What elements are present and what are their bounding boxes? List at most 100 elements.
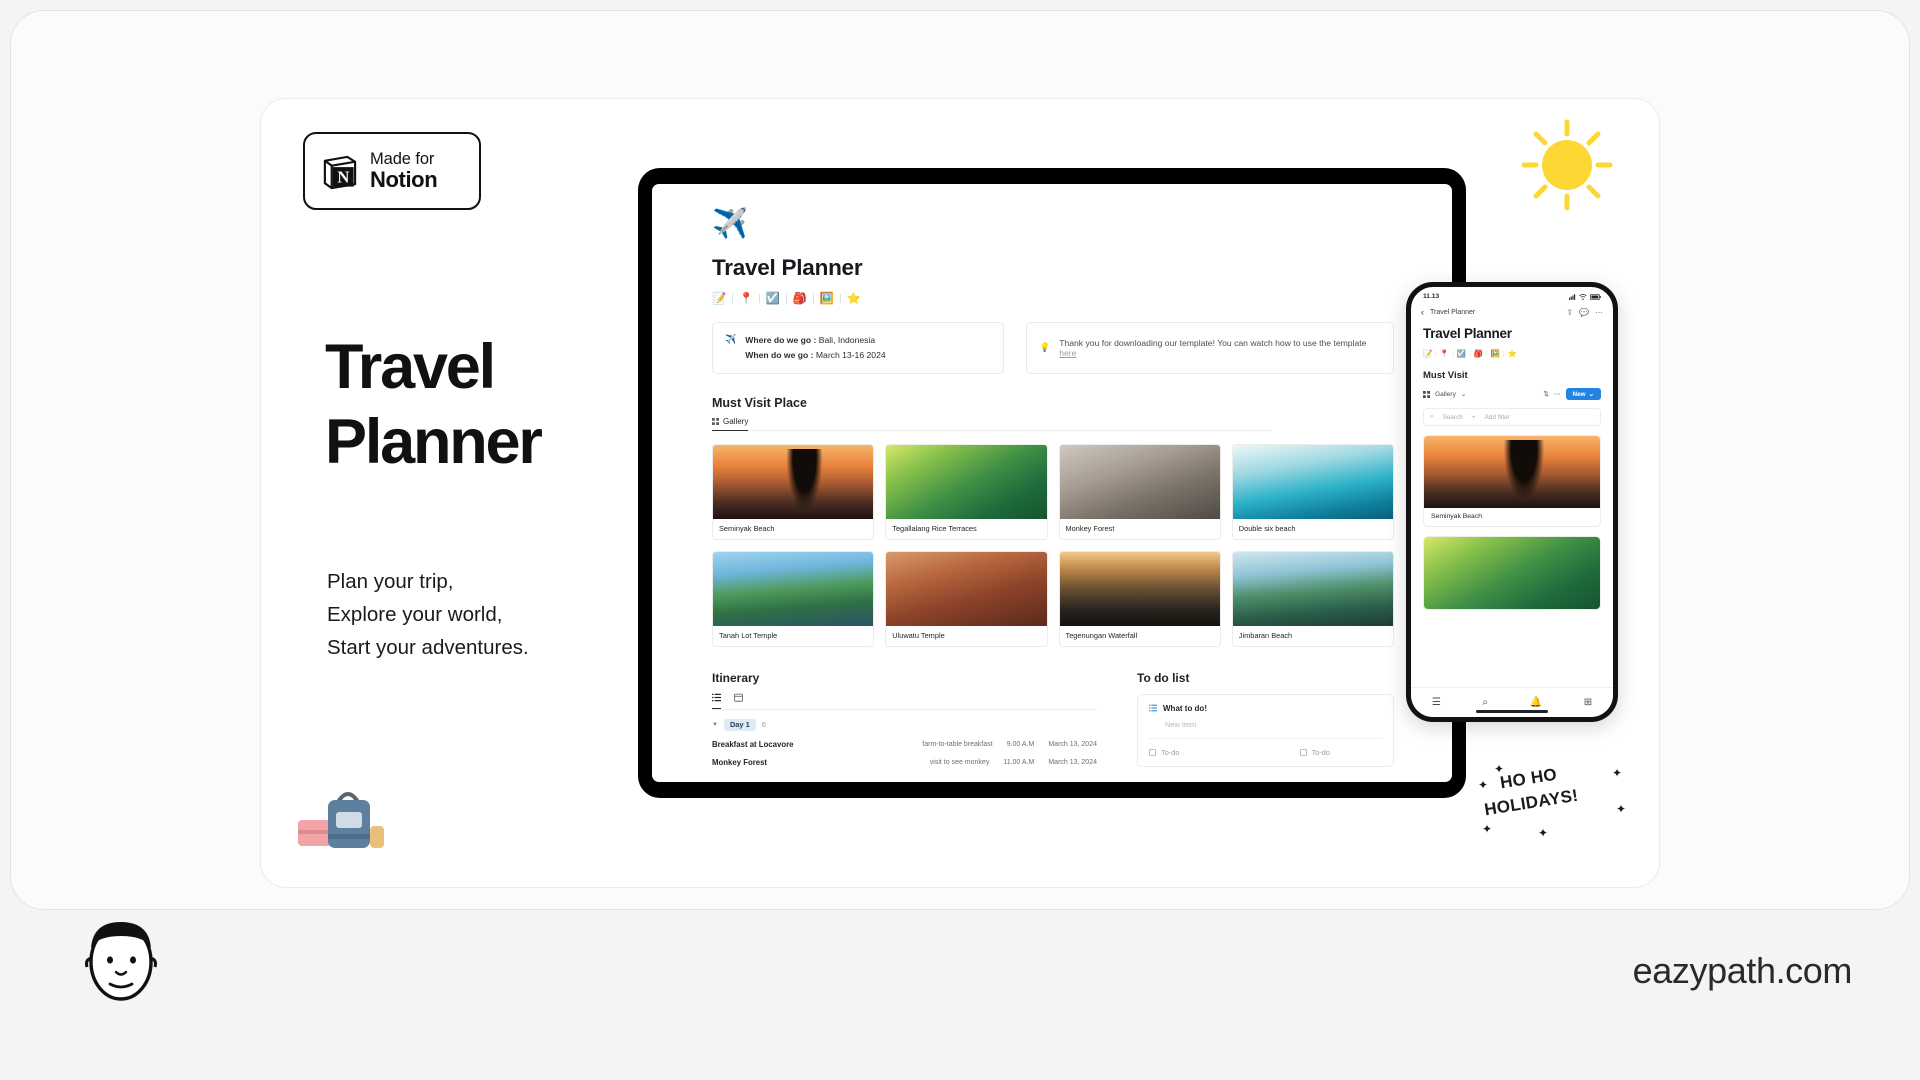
phone-mockup: 11.13 ‹ Travel Planner ⇪ 💬 ⋯ Travel Plan…: [1406, 282, 1618, 722]
nav-emoji-backpack[interactable]: 🎒: [793, 291, 807, 305]
tab-itinerary-list[interactable]: [712, 693, 721, 709]
card-caption: Tegenungan Waterfall: [1065, 630, 1138, 640]
hero-title-line1: Travel: [325, 332, 496, 402]
status-time: 11.13: [1423, 293, 1440, 300]
tab-list-icon[interactable]: ☰: [1432, 697, 1441, 708]
phone-emoji-nav[interactable]: 📝 | 📍 | ☑️ | 🎒 | 🖼️ | ⭐: [1423, 349, 1601, 358]
tab-notifications-icon[interactable]: 🔔: [1530, 697, 1542, 708]
phone-section-heading: Must Visit: [1423, 370, 1468, 381]
badge-text: Made for Notion: [370, 149, 438, 192]
itinerary-row[interactable]: Monkey Forest visit to see monkey 11.00 …: [712, 758, 1097, 767]
checkbox-icon[interactable]: [1299, 748, 1307, 756]
holidays-stamp: ✦ ✦ ✦ ✦ ✦ ✦ HO HO HOLIDAYS!: [1478, 762, 1626, 840]
comment-icon[interactable]: 💬: [1579, 308, 1589, 317]
new-chevron-icon[interactable]: ⌄: [1589, 390, 1594, 398]
todo-checkbox-left[interactable]: To-do: [1149, 748, 1180, 757]
gallery-card[interactable]: Double six beach: [1231, 443, 1394, 540]
notion-page: ✈️ Travel Planner 📝 | 📍 | ☑️ | 🎒 | 🖼️ | ⭐ ✈️: [652, 184, 1452, 767]
bulleted-list-icon: [1149, 704, 1157, 712]
gallery-grid: Seminyak Beach Tegallalang Rice Terraces…: [712, 443, 1452, 647]
tab-search-icon[interactable]: ⌕: [1482, 697, 1488, 708]
list-icon: [712, 693, 721, 701]
phone-view-label[interactable]: Gallery: [1435, 391, 1456, 398]
poster-canvas: N Made for Notion Travel Planner Plan yo…: [0, 0, 1920, 1080]
nav-emoji-gallery[interactable]: 🖼️: [820, 291, 834, 305]
nav-emoji-checklist[interactable]: ☑️: [1457, 349, 1466, 358]
more-icon[interactable]: ⋯: [1554, 390, 1561, 398]
itinerary-date: March 13, 2024: [1048, 758, 1097, 766]
itinerary-name: Monkey Forest: [712, 757, 768, 767]
card-caption: Seminyak Beach: [719, 523, 775, 533]
view-chevron-icon[interactable]: ⌄: [1461, 390, 1467, 398]
gallery-card[interactable]: Seminyak Beach: [712, 443, 875, 540]
tab-new-page-icon[interactable]: ⊞: [1584, 697, 1592, 708]
add-filter-plus-icon[interactable]: +: [1472, 414, 1476, 421]
card-image: [886, 551, 1047, 626]
back-chevron-icon[interactable]: ‹: [1421, 307, 1424, 317]
todo-section: To do list What to do! New Item To-do To…: [1137, 671, 1394, 767]
home-indicator: [1476, 710, 1548, 713]
tab-gallery[interactable]: Gallery: [712, 416, 749, 431]
itinerary-group-header[interactable]: ▼ Day 1 6: [712, 718, 1097, 731]
nav-emoji-checklist[interactable]: ☑️: [766, 291, 780, 305]
gallery-card[interactable]: Uluwatu Temple: [885, 550, 1048, 647]
destination-value: Bali, Indonesia: [818, 335, 876, 345]
gallery-card[interactable]: Monkey Forest: [1058, 443, 1221, 540]
add-filter-label[interactable]: Add filter: [1485, 414, 1510, 421]
itinerary-row[interactable]: Breakfast at Locavore farm-to-table brea…: [712, 740, 1097, 749]
chevron-down-icon[interactable]: ▼: [712, 722, 718, 728]
search-icon: ⌕: [1430, 413, 1434, 420]
tab-gallery-label: Gallery: [723, 416, 749, 426]
page-title: Travel Planner: [712, 255, 863, 280]
sun-icon: [1521, 119, 1613, 211]
thankyou-link[interactable]: here: [1059, 348, 1076, 358]
nav-emoji-location[interactable]: 📍: [739, 291, 753, 305]
phone-search-bar[interactable]: ⌕ Search + Add filter: [1423, 408, 1601, 426]
trip-details-callout: ✈️ Where do we go : Bali, Indonesia When…: [712, 322, 1004, 374]
tagline-line-2: Explore your world,: [327, 603, 503, 627]
nav-emoji-star[interactable]: ⭐: [1508, 349, 1517, 358]
gallery-card[interactable]: Tegallalang Rice Terraces: [885, 443, 1048, 540]
site-url: eazypath.com: [1632, 950, 1853, 991]
itinerary-rule: [712, 708, 1097, 710]
itinerary-heading: Itinerary: [712, 670, 760, 685]
new-button[interactable]: New ⌄: [1565, 388, 1601, 400]
search-placeholder[interactable]: Search: [1443, 414, 1463, 421]
phone-gallery-card[interactable]: Seminyak Beach: [1423, 435, 1601, 527]
dates-label: When do we go :: [745, 349, 814, 360]
nav-emoji-star[interactable]: ⭐: [847, 291, 861, 305]
nav-emoji-notes[interactable]: 📝: [1423, 349, 1432, 358]
todo-new-item[interactable]: New Item: [1165, 720, 1382, 729]
phone-gallery-card[interactable]: [1423, 536, 1601, 610]
gallery-card[interactable]: Tegenungan Waterfall: [1058, 550, 1221, 647]
grid-icon: [712, 417, 719, 425]
thankyou-text-wrap: Thank you for downloading our template! …: [1059, 338, 1381, 358]
tab-itinerary-calendar[interactable]: [734, 693, 744, 709]
badge-made-label: Made for: [370, 149, 435, 168]
card-image: [1059, 551, 1220, 626]
todo-list-title: What to do!: [1163, 703, 1207, 713]
sparkle-icon: ✦: [1478, 778, 1489, 792]
nav-emoji-notes[interactable]: 📝: [712, 291, 726, 305]
phone-view-bar: Gallery ⌄ ⇅ ⋯ New ⌄: [1423, 388, 1601, 400]
gallery-card[interactable]: Jimbaran Beach: [1231, 550, 1394, 647]
gallery-card[interactable]: Tanah Lot Temple: [712, 550, 875, 647]
share-icon[interactable]: ⇪: [1566, 308, 1573, 317]
checkbox-icon[interactable]: [1149, 748, 1156, 756]
todo-checkbox-right[interactable]: To-do: [1299, 748, 1330, 757]
avatar-logo-icon: [85, 922, 157, 1001]
todo-checkbox-row: To-do To-do: [1149, 748, 1382, 757]
nav-emoji-backpack[interactable]: 🎒: [1474, 349, 1483, 358]
hero-title: Travel Planner: [325, 330, 655, 480]
nav-emoji-location[interactable]: 📍: [1440, 349, 1449, 358]
emoji-nav-row[interactable]: 📝 | 📍 | ☑️ | 🎒 | 🖼️ | ⭐: [712, 291, 1452, 306]
destination-label: Where do we go :: [745, 335, 817, 345]
nav-emoji-gallery[interactable]: 🖼️: [1491, 349, 1500, 358]
todo-label-left: To-do: [1161, 747, 1180, 757]
phone-status-bar: 11.13: [1411, 287, 1613, 302]
luggage-icon: [298, 792, 384, 848]
more-options-icon[interactable]: ⋯: [1595, 308, 1603, 317]
nav-back-label[interactable]: Travel Planner: [1430, 309, 1475, 316]
sort-icon[interactable]: ⇅: [1543, 390, 1549, 398]
card-caption: Monkey Forest: [1065, 523, 1115, 533]
